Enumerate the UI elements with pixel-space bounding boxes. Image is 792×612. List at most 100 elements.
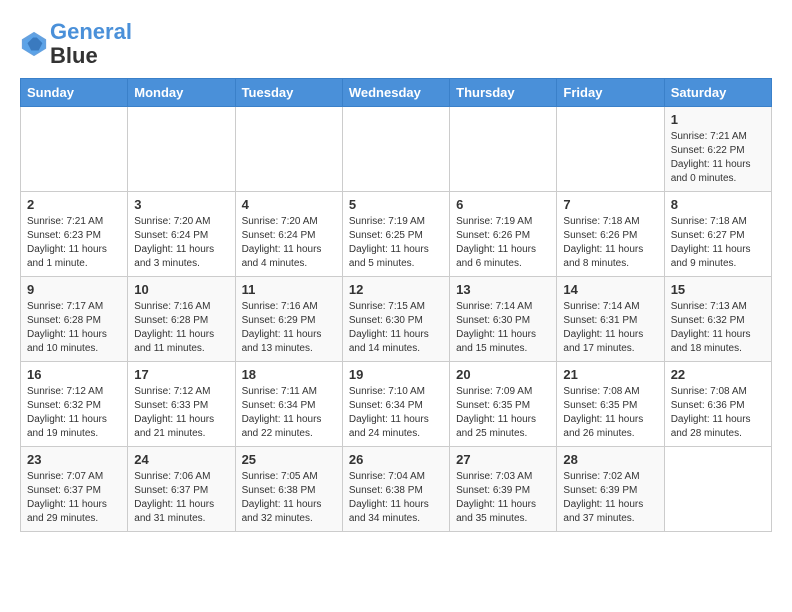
day-header-friday: Friday: [557, 79, 664, 107]
day-number: 23: [27, 452, 121, 467]
day-number: 20: [456, 367, 550, 382]
day-number: 15: [671, 282, 765, 297]
logo: GeneralBlue: [20, 20, 132, 68]
day-number: 26: [349, 452, 443, 467]
day-number: 4: [242, 197, 336, 212]
calendar-cell: 2 Sunrise: 7:21 AM Sunset: 6:23 PM Daylig…: [21, 192, 128, 277]
calendar-cell: 23 Sunrise: 7:07 AM Sunset: 6:37 PM Dayli…: [21, 447, 128, 532]
calendar-week-4: 23 Sunrise: 7:07 AM Sunset: 6:37 PM Dayli…: [21, 447, 772, 532]
day-info: Sunrise: 7:13 AM Sunset: 6:32 PM Dayligh…: [671, 300, 765, 356]
calendar-cell: 14 Sunrise: 7:14 AM Sunset: 6:31 PM Dayli…: [557, 277, 664, 362]
day-info: Sunrise: 7:19 AM Sunset: 6:26 PM Dayligh…: [456, 215, 550, 271]
calendar-cell: 27Sunrise: 7:03 AM Sunset: 6:39 PM Dayli…: [450, 447, 557, 532]
day-number: 2: [27, 197, 121, 212]
calendar-cell: 11 Sunrise: 7:16 AM Sunset: 6:29 PM Dayli…: [235, 277, 342, 362]
calendar-cell: 1 Sunrise: 7:21 AM Sunset: 6:22 PM Daylig…: [664, 107, 771, 192]
day-info: Sunrise: 7:16 AM Sunset: 6:29 PM Dayligh…: [242, 300, 336, 356]
calendar-cell: 13 Sunrise: 7:14 AM Sunset: 6:30 PM Dayli…: [450, 277, 557, 362]
calendar-week-2: 9 Sunrise: 7:17 AM Sunset: 6:28 PM Daylig…: [21, 277, 772, 362]
day-info: Sunrise: 7:17 AM Sunset: 6:28 PM Dayligh…: [27, 300, 121, 356]
calendar-cell: [235, 107, 342, 192]
day-header-thursday: Thursday: [450, 79, 557, 107]
day-number: 11: [242, 282, 336, 297]
day-info: Sunrise: 7:05 AM Sunset: 6:38 PM Dayligh…: [242, 470, 336, 526]
day-info: Sunrise: 7:20 AM Sunset: 6:24 PM Dayligh…: [134, 215, 228, 271]
day-number: 25: [242, 452, 336, 467]
calendar-cell: 7 Sunrise: 7:18 AM Sunset: 6:26 PM Daylig…: [557, 192, 664, 277]
day-info: Sunrise: 7:14 AM Sunset: 6:31 PM Dayligh…: [563, 300, 657, 356]
calendar-cell: 8 Sunrise: 7:18 AM Sunset: 6:27 PM Daylig…: [664, 192, 771, 277]
day-number: 24: [134, 452, 228, 467]
day-number: 21: [563, 367, 657, 382]
day-info: Sunrise: 7:21 AM Sunset: 6:23 PM Dayligh…: [27, 215, 121, 271]
day-info: Sunrise: 7:08 AM Sunset: 6:35 PM Dayligh…: [563, 385, 657, 441]
day-info: Sunrise: 7:10 AM Sunset: 6:34 PM Dayligh…: [349, 385, 443, 441]
calendar-cell: [128, 107, 235, 192]
day-header-saturday: Saturday: [664, 79, 771, 107]
day-info: Sunrise: 7:12 AM Sunset: 6:33 PM Dayligh…: [134, 385, 228, 441]
day-info: Sunrise: 7:20 AM Sunset: 6:24 PM Dayligh…: [242, 215, 336, 271]
day-number: 6: [456, 197, 550, 212]
day-info: Sunrise: 7:08 AM Sunset: 6:36 PM Dayligh…: [671, 385, 765, 441]
day-info: Sunrise: 7:04 AM Sunset: 6:38 PM Dayligh…: [349, 470, 443, 526]
calendar-cell: 6 Sunrise: 7:19 AM Sunset: 6:26 PM Daylig…: [450, 192, 557, 277]
calendar-cell: 12 Sunrise: 7:15 AM Sunset: 6:30 PM Dayli…: [342, 277, 449, 362]
calendar-cell: 3 Sunrise: 7:20 AM Sunset: 6:24 PM Daylig…: [128, 192, 235, 277]
day-info: Sunrise: 7:09 AM Sunset: 6:35 PM Dayligh…: [456, 385, 550, 441]
calendar-cell: 16Sunrise: 7:12 AM Sunset: 6:32 PM Dayli…: [21, 362, 128, 447]
day-number: 3: [134, 197, 228, 212]
day-info: Sunrise: 7:18 AM Sunset: 6:26 PM Dayligh…: [563, 215, 657, 271]
day-number: 5: [349, 197, 443, 212]
day-header-monday: Monday: [128, 79, 235, 107]
calendar-cell: 10Sunrise: 7:16 AM Sunset: 6:28 PM Dayli…: [128, 277, 235, 362]
calendar-cell: 4 Sunrise: 7:20 AM Sunset: 6:24 PM Daylig…: [235, 192, 342, 277]
calendar-cell: 17 Sunrise: 7:12 AM Sunset: 6:33 PM Dayli…: [128, 362, 235, 447]
logo-text: GeneralBlue: [50, 20, 132, 68]
calendar-header-row: SundayMondayTuesdayWednesdayThursdayFrid…: [21, 79, 772, 107]
calendar-week-1: 2 Sunrise: 7:21 AM Sunset: 6:23 PM Daylig…: [21, 192, 772, 277]
calendar-week-0: 1 Sunrise: 7:21 AM Sunset: 6:22 PM Daylig…: [21, 107, 772, 192]
day-info: Sunrise: 7:07 AM Sunset: 6:37 PM Dayligh…: [27, 470, 121, 526]
day-number: 8: [671, 197, 765, 212]
day-number: 18: [242, 367, 336, 382]
day-number: 28: [563, 452, 657, 467]
day-number: 22: [671, 367, 765, 382]
calendar-cell: 18 Sunrise: 7:11 AM Sunset: 6:34 PM Dayli…: [235, 362, 342, 447]
day-number: 9: [27, 282, 121, 297]
calendar-cell: [342, 107, 449, 192]
calendar-cell: 5Sunrise: 7:19 AM Sunset: 6:25 PM Daylig…: [342, 192, 449, 277]
calendar-cell: [21, 107, 128, 192]
day-number: 1: [671, 112, 765, 127]
calendar-cell: 20 Sunrise: 7:09 AM Sunset: 6:35 PM Dayli…: [450, 362, 557, 447]
calendar-cell: 24 Sunrise: 7:06 AM Sunset: 6:37 PM Dayli…: [128, 447, 235, 532]
day-number: 14: [563, 282, 657, 297]
logo-icon: [20, 30, 48, 58]
day-number: 19: [349, 367, 443, 382]
calendar-table: SundayMondayTuesdayWednesdayThursdayFrid…: [20, 78, 772, 532]
calendar-cell: 25 Sunrise: 7:05 AM Sunset: 6:38 PM Dayli…: [235, 447, 342, 532]
day-number: 12: [349, 282, 443, 297]
calendar-cell: [450, 107, 557, 192]
day-number: 16: [27, 367, 121, 382]
day-info: Sunrise: 7:03 AM Sunset: 6:39 PM Dayligh…: [456, 470, 550, 526]
day-info: Sunrise: 7:15 AM Sunset: 6:30 PM Dayligh…: [349, 300, 443, 356]
day-info: Sunrise: 7:18 AM Sunset: 6:27 PM Dayligh…: [671, 215, 765, 271]
day-header-wednesday: Wednesday: [342, 79, 449, 107]
calendar-cell: 28 Sunrise: 7:02 AM Sunset: 6:39 PM Dayli…: [557, 447, 664, 532]
calendar-cell: 26 Sunrise: 7:04 AM Sunset: 6:38 PM Dayli…: [342, 447, 449, 532]
header: GeneralBlue: [20, 20, 772, 68]
calendar-cell: [557, 107, 664, 192]
day-info: Sunrise: 7:06 AM Sunset: 6:37 PM Dayligh…: [134, 470, 228, 526]
day-info: Sunrise: 7:21 AM Sunset: 6:22 PM Dayligh…: [671, 130, 765, 186]
calendar-week-3: 16Sunrise: 7:12 AM Sunset: 6:32 PM Dayli…: [21, 362, 772, 447]
day-number: 7: [563, 197, 657, 212]
day-header-tuesday: Tuesday: [235, 79, 342, 107]
day-info: Sunrise: 7:14 AM Sunset: 6:30 PM Dayligh…: [456, 300, 550, 356]
calendar-cell: 9 Sunrise: 7:17 AM Sunset: 6:28 PM Daylig…: [21, 277, 128, 362]
day-info: Sunrise: 7:02 AM Sunset: 6:39 PM Dayligh…: [563, 470, 657, 526]
day-number: 13: [456, 282, 550, 297]
day-number: 17: [134, 367, 228, 382]
calendar-cell: 22 Sunrise: 7:08 AM Sunset: 6:36 PM Dayli…: [664, 362, 771, 447]
day-info: Sunrise: 7:11 AM Sunset: 6:34 PM Dayligh…: [242, 385, 336, 441]
day-info: Sunrise: 7:16 AM Sunset: 6:28 PM Dayligh…: [134, 300, 228, 356]
